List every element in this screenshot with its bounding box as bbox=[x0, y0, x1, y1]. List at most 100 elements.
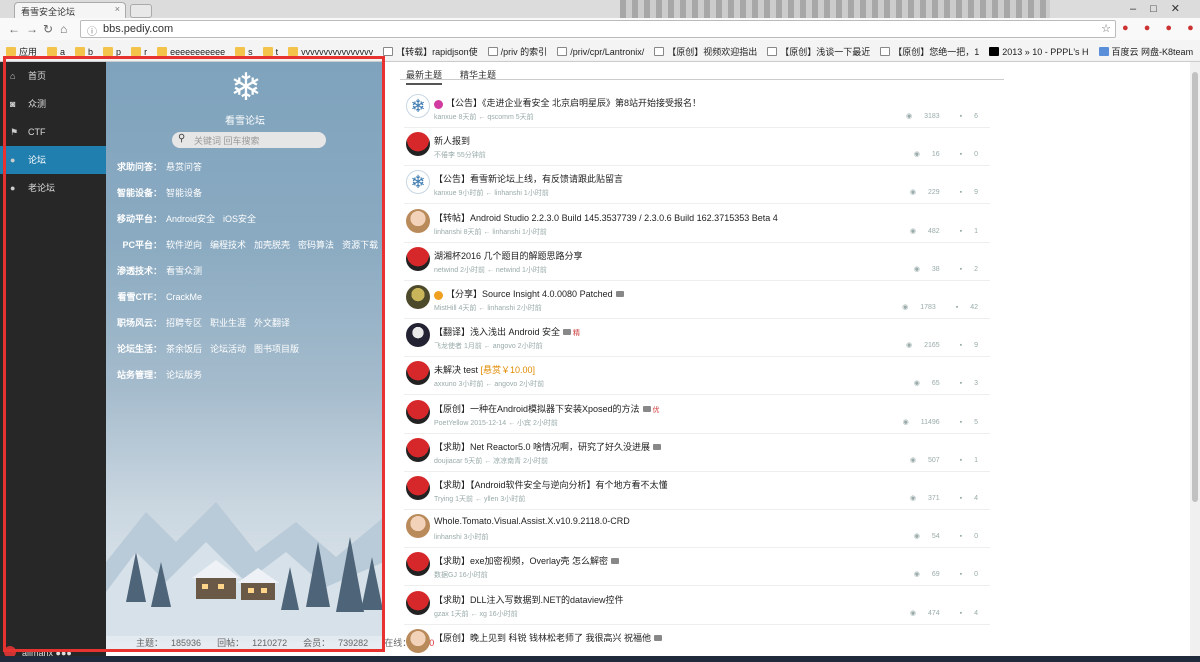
bookmark-item[interactable]: r bbox=[131, 47, 147, 57]
post-title[interactable]: 【分享】Source Insight 4.0.0080 Patched bbox=[446, 289, 613, 299]
post-title[interactable]: 未解决 test bbox=[434, 365, 478, 375]
bookmark-item[interactable]: t bbox=[262, 47, 278, 57]
post-title[interactable]: Whole.Tomato.Visual.Assist.X.v10.9.2118.… bbox=[434, 516, 630, 526]
post-author[interactable]: 飞龙使者 bbox=[434, 343, 462, 350]
last-reply-author[interactable]: netwind bbox=[496, 267, 520, 274]
post-row[interactable]: 【原创】一种在Android模拟器下安装Xposed的方法 优 PoetYellow… bbox=[404, 396, 990, 434]
post-author[interactable]: linhanshi bbox=[434, 229, 462, 236]
bookmark-item[interactable]: /priv 的索引 bbox=[487, 45, 547, 58]
info-icon[interactable]: ⓘ bbox=[87, 23, 97, 38]
post-row[interactable]: ● 【分享】Source Insight 4.0.0080 Patched Mist… bbox=[404, 281, 990, 319]
post-author[interactable]: kanxue bbox=[434, 114, 457, 121]
last-reply-author[interactable]: qscomm bbox=[487, 114, 513, 121]
bookmark-item[interactable]: 2013 » 10 - PPPL's H bbox=[989, 47, 1089, 57]
post-title-line[interactable]: 【求助】DLL注入写数据到.NET的dataview控件 bbox=[434, 593, 624, 606]
user-avatar[interactable] bbox=[406, 476, 430, 500]
post-row[interactable]: 【求助】DLL注入写数据到.NET的dataview控件 gzax 1天前 ← x… bbox=[404, 587, 990, 625]
bookmark-item[interactable]: 【原创】视频欢迎指出 bbox=[654, 45, 757, 58]
post-row[interactable]: 【求助】exe加密视频，Overlay壳 怎么解密 数据GJ 16小时前 ◉ 69 ▪… bbox=[404, 548, 990, 587]
post-title-line[interactable]: 【原创】一种在Android模拟器下安装Xposed的方法 优 bbox=[434, 402, 660, 415]
close-icon[interactable]: × bbox=[115, 4, 120, 14]
post-row[interactable]: ❄ 【公告】看雪新论坛上线，有反馈请跟此贴留言 kanxue 9小时前 ← linh… bbox=[404, 166, 990, 205]
bookmark-item[interactable]: 【原创】您绝一把，1 bbox=[880, 45, 979, 58]
post-row[interactable]: 【翻译】浅入浅出 Android 安全 精飞龙使者 1月前 ← angovo 2小… bbox=[404, 319, 990, 358]
post-row[interactable]: 【求助】【Android软件安全与逆向分析】有个地方看不太懂 Trying 1天前… bbox=[404, 472, 990, 510]
user-avatar[interactable] bbox=[406, 552, 430, 577]
category-link[interactable]: 论坛活动 bbox=[210, 344, 246, 354]
post-title-line[interactable]: ● 【公告】《走进企业看安全 北京启明星辰》第8站开始接受报名！ bbox=[434, 96, 701, 109]
category-link[interactable]: 加壳脱壳 bbox=[254, 240, 290, 250]
post-title[interactable]: 【翻译】浅入浅出 Android 安全 bbox=[434, 327, 560, 337]
user-avatar[interactable] bbox=[406, 361, 430, 386]
user-avatar[interactable] bbox=[406, 208, 430, 233]
bookmark-item[interactable]: vvvvvvvvvvvvvvvv bbox=[288, 47, 373, 57]
post-title[interactable]: 新人报到 bbox=[434, 136, 470, 146]
post-row[interactable]: 【转帖】Android Studio 2.2.3.0 Build 145.353… bbox=[404, 205, 990, 243]
bookmark-item[interactable]: /priv/cpr/Lantronix/ bbox=[557, 47, 644, 57]
category-link[interactable]: 智能设备 bbox=[166, 188, 202, 198]
last-reply-author[interactable]: 凉凉南青 bbox=[493, 458, 521, 465]
category-link[interactable]: 外文翻译 bbox=[254, 318, 290, 328]
category-link[interactable]: 职业生涯 bbox=[210, 318, 246, 328]
post-title[interactable]: 湖湘杯2016 几个题目的解题思路分享 bbox=[434, 251, 583, 261]
nav-item-3[interactable]: ● 论坛 bbox=[0, 146, 106, 174]
post-title-line[interactable]: ● 【分享】Source Insight 4.0.0080 Patched bbox=[434, 287, 624, 300]
category-link[interactable]: 编程技术 bbox=[210, 240, 246, 250]
user-avatar[interactable] bbox=[406, 514, 430, 539]
star-icon[interactable]: ☆ bbox=[1101, 22, 1111, 35]
post-row[interactable]: Whole.Tomato.Visual.Assist.X.v10.9.2118.… bbox=[404, 510, 990, 549]
category-link[interactable]: 图书项目版 bbox=[254, 344, 299, 354]
post-title[interactable]: 【公告】《走进企业看安全 北京启明星辰》第8站开始接受报名！ bbox=[446, 98, 701, 108]
post-author[interactable]: 不倦李 bbox=[434, 152, 455, 159]
nav-item-0[interactable]: ⌂ 首页 bbox=[0, 62, 106, 90]
last-reply-author[interactable]: xg bbox=[480, 611, 487, 618]
category-link[interactable]: CrackMe bbox=[166, 292, 202, 302]
user-avatar[interactable] bbox=[406, 437, 430, 462]
post-author[interactable]: doujiacar bbox=[434, 458, 462, 465]
post-row[interactable]: 【求助】Net Reactor5.0 啥情况啊，研究了好久没进展 doujiaca… bbox=[404, 434, 990, 472]
post-author[interactable]: linhanshi bbox=[434, 534, 462, 541]
user-avatar[interactable] bbox=[406, 628, 430, 653]
last-reply-author[interactable]: 小宾 bbox=[517, 420, 531, 427]
bookmark-item[interactable]: 应用 bbox=[6, 45, 37, 58]
nav-item-2[interactable]: ⚑ CTF bbox=[0, 118, 106, 146]
bookmark-item[interactable]: 【转载】rapidjson使 bbox=[383, 45, 478, 58]
page-scrollbar[interactable] bbox=[1190, 62, 1200, 662]
post-row[interactable]: ❄ ● 【公告】《走进企业看安全 北京启明星辰》第8站开始接受报名！ kanxue 8… bbox=[404, 90, 990, 128]
post-title-line[interactable]: 【求助】exe加密视频，Overlay壳 怎么解密 bbox=[434, 554, 620, 567]
bookmark-item[interactable]: p bbox=[103, 47, 121, 57]
post-author[interactable]: kanxue bbox=[434, 190, 457, 197]
bookmark-item[interactable]: b bbox=[75, 47, 93, 57]
category-link[interactable]: 茶余饭后 bbox=[166, 344, 202, 354]
user-avatar[interactable] bbox=[406, 323, 430, 348]
bookmark-item[interactable]: a bbox=[47, 47, 65, 57]
post-title-line[interactable]: 【转帖】Android Studio 2.2.3.0 Build 145.353… bbox=[434, 211, 778, 224]
post-title-line[interactable]: 未解决 test [悬赏￥10.00] bbox=[434, 363, 535, 376]
category-link[interactable]: 看雪众测 bbox=[166, 266, 202, 276]
forward-icon[interactable]: → bbox=[26, 22, 38, 36]
bookmark-item[interactable]: 【原创】浅谈一下最近 bbox=[767, 45, 870, 58]
post-title-line[interactable]: 【求助】Net Reactor5.0 啥情况啊，研究了好久没进展 bbox=[434, 440, 662, 453]
last-reply-author[interactable]: linhanshi bbox=[487, 305, 515, 312]
category-link[interactable]: 悬赏问答 bbox=[166, 162, 202, 172]
post-author[interactable]: PoetYellow bbox=[434, 420, 468, 427]
post-title-line[interactable]: 【翻译】浅入浅出 Android 安全 精 bbox=[434, 325, 580, 338]
user-avatar[interactable]: ❄ bbox=[406, 94, 430, 118]
post-title-line[interactable]: 【求助】【Android软件安全与逆向分析】有个地方看不太懂 bbox=[434, 478, 668, 491]
address-bar[interactable]: ⓘ bbs.pediy.com ☆ bbox=[80, 20, 1116, 38]
category-link[interactable]: iOS安全 bbox=[223, 214, 256, 224]
post-title[interactable]: 【求助】【Android软件安全与逆向分析】有个地方看不太懂 bbox=[434, 480, 668, 490]
nav-item-1[interactable]: ◙ 众测 bbox=[0, 90, 106, 118]
post-title[interactable]: 【求助】Net Reactor5.0 啥情况啊，研究了好久没进展 bbox=[434, 442, 650, 452]
category-link[interactable]: Android安全 bbox=[166, 214, 215, 224]
post-title[interactable]: 【原创】晚上见到 科锐 钱林松老师了 我很高兴 祝福他 bbox=[434, 633, 651, 643]
bookmark-item[interactable]: eeeeeeeeeee bbox=[157, 47, 225, 57]
reload-icon[interactable]: ↻ bbox=[43, 22, 53, 36]
post-row[interactable]: 湖湘杯2016 几个题目的解题思路分享 netwind 2小时前 ← netwin… bbox=[404, 243, 990, 281]
last-reply-author[interactable]: yllen bbox=[484, 496, 498, 503]
last-reply-author[interactable]: linhanshi bbox=[492, 229, 520, 236]
post-author[interactable]: netwind bbox=[434, 267, 458, 274]
user-avatar[interactable] bbox=[406, 590, 430, 615]
bookmark-item[interactable]: s bbox=[235, 47, 253, 57]
extension-icons[interactable]: ● ● ● ● bbox=[1122, 22, 1200, 34]
